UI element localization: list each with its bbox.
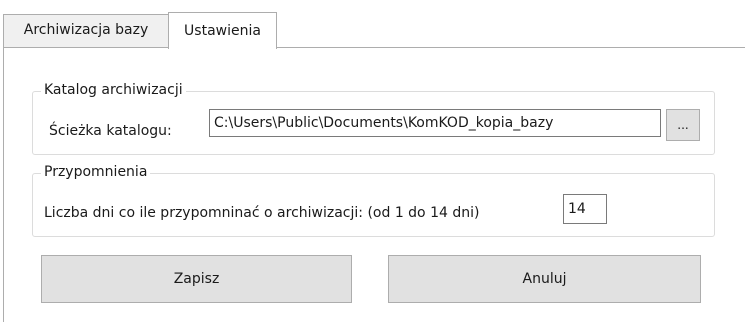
tab-strip: Archiwizacja bazy Ustawienia: [0, 0, 745, 49]
tab-archiwizacja-bazy[interactable]: Archiwizacja bazy: [3, 14, 169, 47]
days-input[interactable]: [563, 194, 607, 224]
catalog-group-legend: Katalog archiwizacji: [41, 81, 186, 99]
tab-ustawienia[interactable]: Ustawienia: [168, 12, 277, 49]
browse-button[interactable]: ...: [666, 109, 700, 141]
path-input[interactable]: [209, 109, 661, 137]
cancel-button[interactable]: Anuluj: [388, 255, 701, 303]
reminders-groupbox: Przypomnienia Liczba dni co ile przypomn…: [32, 163, 715, 237]
catalog-groupbox: Katalog archiwizacji Ścieżka katalogu: .…: [32, 81, 715, 155]
days-label: Liczba dni co ile przypomninać o archiwi…: [44, 205, 480, 221]
settings-panel: Katalog archiwizacji Ścieżka katalogu: .…: [3, 47, 745, 322]
path-label: Ścieżka katalogu:: [49, 123, 172, 139]
save-button[interactable]: Zapisz: [41, 255, 352, 303]
reminders-group-legend: Przypomnienia: [41, 163, 151, 181]
